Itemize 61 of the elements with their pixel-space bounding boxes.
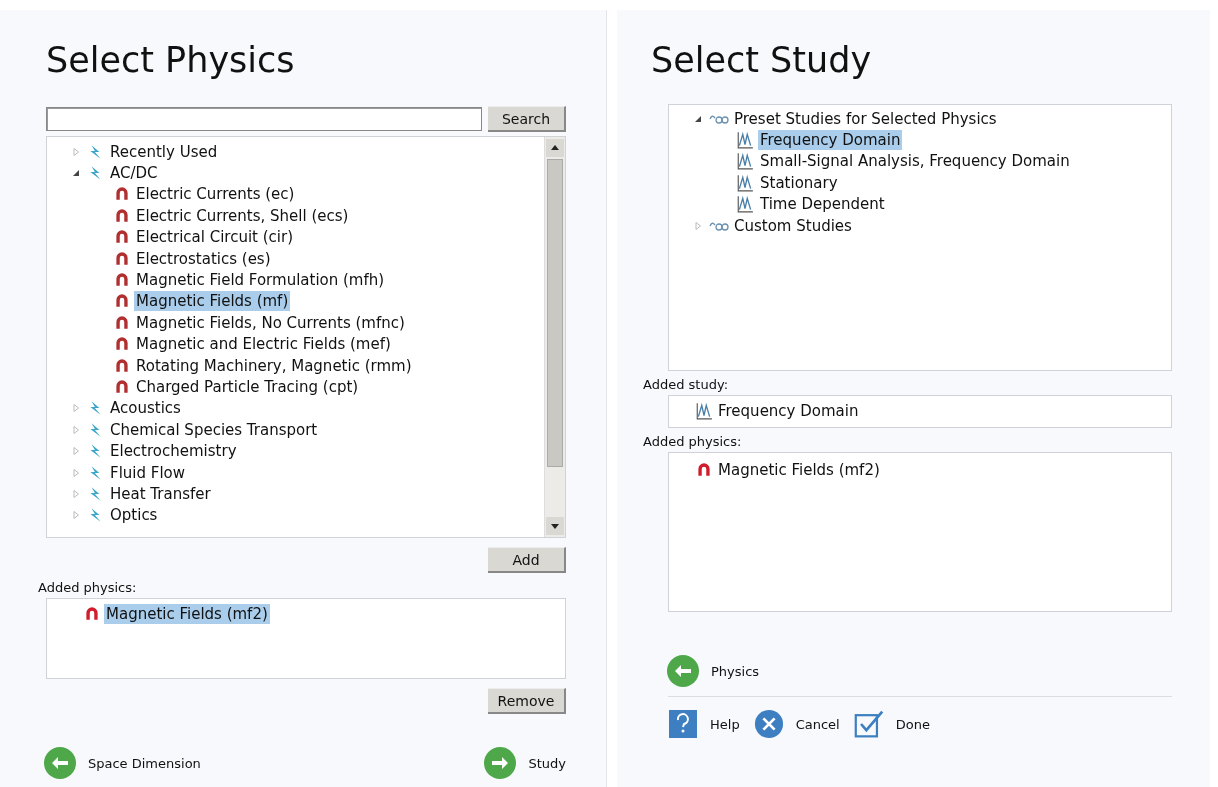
magnet-icon	[113, 313, 131, 332]
done-button[interactable]: Done	[895, 716, 930, 732]
search-button[interactable]: Search	[488, 106, 566, 132]
tree-item[interactable]: Charged Particle Tracing (cpt)	[134, 377, 361, 397]
tree-item[interactable]: AC/DC	[108, 163, 160, 184]
magnet-icon	[113, 249, 131, 268]
tree-item[interactable]: Electrostatics (es)	[134, 248, 273, 269]
tree-item[interactable]: Fluid Flow	[108, 462, 187, 483]
magnet-icon	[695, 460, 713, 479]
next-link[interactable]: Study	[528, 755, 566, 771]
tree-item[interactable]: Optics	[108, 505, 160, 526]
magnet-icon	[83, 604, 101, 623]
study-name: Frequency Domain	[717, 401, 860, 422]
graph-icon	[735, 131, 755, 150]
cancel-button[interactable]: Cancel	[795, 716, 840, 732]
tree-item[interactable]: Magnetic Fields (mf)	[134, 291, 291, 312]
tree-item[interactable]: Frequency Domain	[758, 130, 903, 151]
graph-icon	[695, 402, 713, 421]
magnet-icon	[113, 378, 131, 396]
checkmark-icon[interactable]	[853, 709, 884, 739]
add-button[interactable]: Add	[488, 547, 566, 573]
tree-item[interactable]: Custom Studies	[732, 215, 854, 236]
graph-icon	[735, 152, 755, 171]
tree-item[interactable]: Magnetic Field Formulation (mfh)	[134, 270, 387, 291]
tree-item[interactable]: Electrical Circuit (cir)	[134, 227, 296, 248]
tree-item[interactable]: Chemical Species Transport	[108, 419, 320, 440]
help-button[interactable]: Help	[710, 716, 740, 732]
help-icon[interactable]	[668, 709, 698, 739]
tree-item[interactable]: Time Dependent	[758, 194, 887, 215]
back-link[interactable]: Physics	[711, 663, 760, 679]
tree-item[interactable]: Acoustics	[108, 398, 183, 419]
expand-arrow-icon[interactable]	[71, 168, 81, 179]
tree-item[interactable]: Recently Used	[108, 141, 220, 162]
tree-item[interactable]: Electric Currents, Shell (ecs)	[134, 205, 351, 226]
magnet-icon	[113, 356, 131, 375]
scrollbar[interactable]	[544, 137, 565, 537]
list-item[interactable]: Magnetic Fields (mf2)	[716, 459, 882, 480]
search-field[interactable]	[46, 107, 482, 131]
added-physics-label: Added physics:	[38, 580, 138, 595]
scroll-down-icon[interactable]	[546, 517, 564, 535]
panel-title: Select Study	[651, 40, 873, 80]
tree-item[interactable]: Magnetic Fields, No Currents (mfnc)	[134, 312, 407, 333]
tree-item[interactable]: Electrochemistry	[108, 441, 239, 462]
list-item[interactable]: Magnetic Fields (mf2)	[104, 603, 270, 624]
added-study-label: Added study:	[643, 377, 730, 392]
back-link[interactable]: Space Dimension	[88, 755, 201, 771]
tree-item[interactable]: Small-Signal Analysis, Frequency Domain	[758, 151, 1072, 172]
panel-title: Select Physics	[46, 40, 296, 80]
graph-icon	[735, 173, 755, 192]
graph-icon	[735, 195, 755, 214]
scroll-up-icon[interactable]	[546, 139, 564, 157]
added-physics-label: Added physics:	[643, 434, 743, 449]
tree-item[interactable]: Preset Studies for Selected Physics	[732, 108, 999, 129]
tree-item[interactable]: Magnetic and Electric Fields (mef)	[134, 334, 393, 355]
tree-item[interactable]: Rotating Machinery, Magnetic (rmm)	[134, 355, 414, 376]
close-icon[interactable]	[753, 709, 784, 739]
tree-item[interactable]: Heat Transfer	[108, 483, 213, 504]
tree-item[interactable]: Stationary	[758, 172, 840, 193]
magnet-icon	[113, 206, 131, 225]
remove-button[interactable]: Remove	[488, 688, 566, 714]
tree-item[interactable]: Electric Currents (ec)	[134, 184, 297, 205]
